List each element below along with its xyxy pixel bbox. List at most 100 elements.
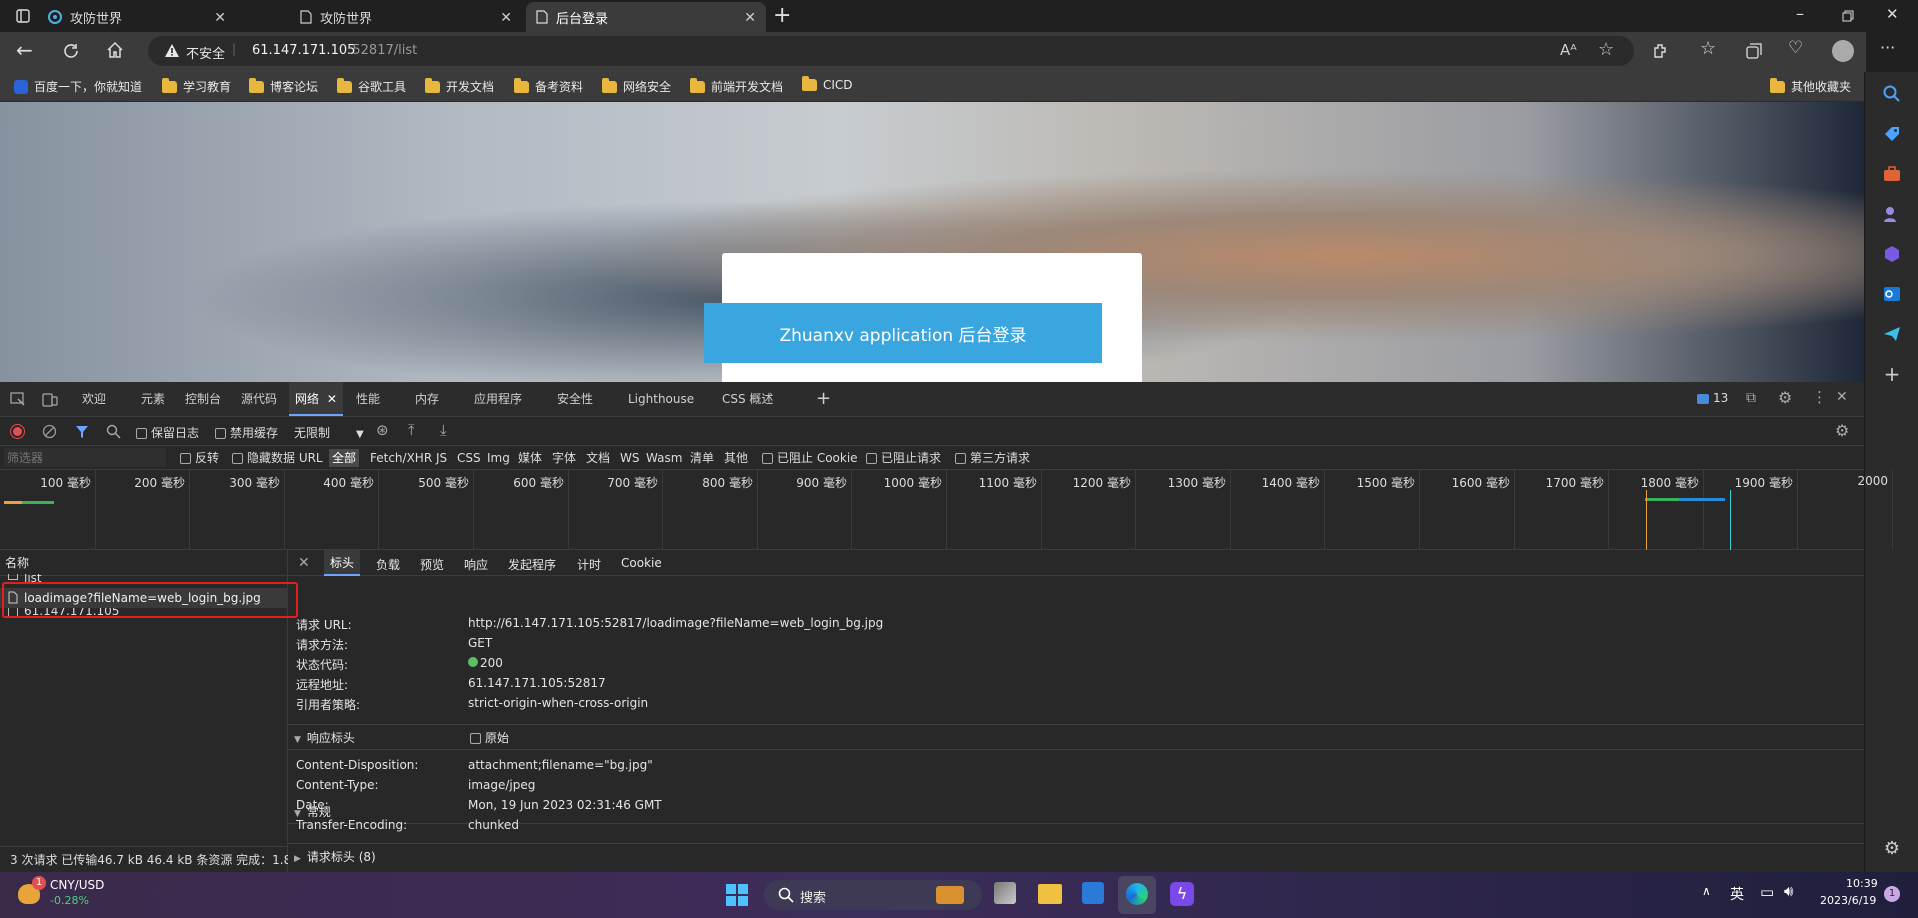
ime-indicator[interactable]: 英 <box>1730 884 1744 904</box>
filter-type-wasm[interactable]: Wasm <box>646 446 682 470</box>
close-window-button[interactable]: ✕ <box>1886 5 1899 23</box>
favorites-icon[interactable]: ☆ <box>1700 38 1716 59</box>
devtools-tab-console[interactable]: 控制台 <box>185 382 221 416</box>
filter-type-img[interactable]: Img <box>487 446 510 470</box>
devtools-tab-elements[interactable]: 元素 <box>141 382 165 416</box>
bookmark-folder[interactable]: 备考资料 <box>514 77 583 95</box>
filter-type-js[interactable]: JS <box>436 446 447 470</box>
filter-type-all[interactable]: 全部 <box>329 449 360 467</box>
shopping-tag-icon[interactable] <box>1882 124 1902 144</box>
bookmark-baidu[interactable]: 百度一下，你就知道 <box>14 78 142 95</box>
device-link-icon[interactable]: ⧉ <box>1746 390 1756 406</box>
disable-cache-checkbox[interactable]: 禁用缓存 <box>215 424 278 441</box>
devtools-more-icon[interactable]: ⋮ <box>1812 388 1827 406</box>
tab-0[interactable]: 攻防世界 ✕ <box>38 2 236 32</box>
hide-data-url-checkbox[interactable]: 隐藏数据 URL <box>232 446 323 470</box>
devtools-tab-sources[interactable]: 源代码 <box>241 382 277 416</box>
checkbox-box[interactable] <box>180 453 191 464</box>
details-tab-timing[interactable]: 计时 <box>577 556 601 573</box>
filter-type-font[interactable]: 字体 <box>552 446 576 470</box>
devtools-tab-memory[interactable]: 内存 <box>415 382 439 416</box>
blocked-requests-checkbox[interactable]: 已阻止请求 <box>866 446 941 470</box>
bookmark-folder[interactable]: 学习教育 <box>162 77 231 95</box>
checkbox-box[interactable] <box>215 428 226 439</box>
filter-type-manifest[interactable]: 清单 <box>690 446 714 470</box>
notification-badge[interactable]: 1 <box>1884 886 1900 902</box>
store-icon[interactable] <box>1082 882 1104 904</box>
details-tab-cookies[interactable]: Cookie <box>621 556 662 570</box>
details-tab-preview[interactable]: 预览 <box>420 556 444 573</box>
bookmark-folder[interactable]: 前端开发文档 <box>690 77 783 95</box>
throttling-select[interactable]: 无限制 ▼ <box>294 424 364 441</box>
close-tab-icon[interactable]: ✕ <box>500 10 512 26</box>
add-sidebar-app-icon[interactable]: + <box>1882 362 1902 386</box>
app-lightning-icon[interactable]: ϟ <box>1170 882 1194 906</box>
filter-input[interactable] <box>4 448 166 467</box>
filter-type-other[interactable]: 其他 <box>724 446 748 470</box>
inspect-icon[interactable] <box>10 392 26 408</box>
request-headers-section-header[interactable]: ▶ 请求标头 (8) <box>288 843 1864 869</box>
filter-type-doc[interactable]: 文档 <box>586 446 610 470</box>
extensions-icon[interactable] <box>1652 42 1670 60</box>
close-tab-icon[interactable]: ✕ <box>744 10 756 26</box>
device-toolbar-icon[interactable] <box>42 392 58 408</box>
back-button[interactable]: ← <box>16 38 33 62</box>
bookmark-folder[interactable]: 博客论坛 <box>249 77 318 95</box>
show-hidden-icons-icon[interactable]: ∧ <box>1702 884 1711 898</box>
restore-button[interactable] <box>1842 10 1854 22</box>
tab-2[interactable]: 后台登录 ✕ <box>526 2 766 32</box>
address-bar[interactable]: 不安全 | 61.147.171.105 :52817/list Aᴬ ☆ <box>148 36 1634 66</box>
clock-time[interactable]: 10:39 <box>1846 877 1878 890</box>
bookmark-other-favorites[interactable]: 其他收藏夹 <box>1770 77 1851 95</box>
tools-icon[interactable] <box>1882 164 1902 184</box>
taskbar-search[interactable]: 搜索 <box>764 880 982 910</box>
currency-label[interactable]: CNY/USD <box>50 878 104 892</box>
devtools-settings-icon[interactable]: ⚙ <box>1778 388 1792 407</box>
third-party-checkbox[interactable]: 第三方请求 <box>955 446 1030 470</box>
display-icon[interactable]: ▭ <box>1760 883 1774 901</box>
response-headers-section-header[interactable]: ▼ 响应标头 原始 <box>288 724 1864 750</box>
checkbox-box[interactable] <box>762 453 773 464</box>
invert-checkbox[interactable]: 反转 <box>180 446 219 470</box>
network-conditions-icon[interactable]: ⊛ <box>376 421 389 439</box>
close-details-icon[interactable]: ✕ <box>298 555 310 571</box>
bookmark-folder[interactable]: CICD <box>802 76 853 92</box>
details-tab-headers[interactable]: 标头 <box>324 550 361 576</box>
name-column-header[interactable]: 名称 <box>0 550 288 576</box>
checkbox-box[interactable] <box>136 428 147 439</box>
bookmark-folder[interactable]: 开发文档 <box>425 77 494 95</box>
details-tab-response[interactable]: 响应 <box>464 556 488 573</box>
refresh-button[interactable] <box>62 42 80 60</box>
task-view-icon[interactable] <box>994 882 1016 904</box>
add-tool-icon[interactable]: + <box>816 382 831 416</box>
favorite-star-icon[interactable]: ☆ <box>1598 39 1614 60</box>
devtools-tab-network[interactable]: 网络 ✕ <box>289 382 343 416</box>
tab-actions-icon[interactable] <box>16 9 30 23</box>
filter-icon[interactable] <box>75 425 89 439</box>
blocked-cookies-checkbox[interactable]: 已阻止 Cookie <box>762 446 858 470</box>
file-explorer-icon[interactable] <box>1038 884 1062 904</box>
clock-date[interactable]: 2023/6/19 <box>1820 894 1876 907</box>
more-menu-icon[interactable]: ··· <box>1880 38 1895 57</box>
import-har-icon[interactable]: ⤒ <box>408 421 415 439</box>
games-icon[interactable] <box>1882 204 1902 224</box>
devtools-tab-application[interactable]: 应用程序 <box>474 382 522 416</box>
search-icon[interactable] <box>1882 84 1902 104</box>
timeline-overview[interactable]: 100 毫秒 200 毫秒 300 毫秒 400 毫秒 500 毫秒 600 毫秒 700 … <box>0 470 1893 550</box>
health-icon[interactable]: ♡ <box>1788 38 1803 58</box>
close-devtools-icon[interactable]: ✕ <box>1836 389 1848 405</box>
preserve-log-checkbox[interactable]: 保留日志 <box>136 424 199 441</box>
home-button[interactable] <box>106 41 124 59</box>
devtools-tab-performance[interactable]: 性能 <box>356 382 380 416</box>
devtools-tab-security[interactable]: 安全性 <box>557 382 593 416</box>
close-tab-icon[interactable]: ✕ <box>214 10 226 26</box>
devtools-tab-lighthouse[interactable]: Lighthouse <box>628 382 694 416</box>
bookmark-folder[interactable]: 网络安全 <box>602 77 671 95</box>
bookmark-folder[interactable]: 谷歌工具 <box>337 77 406 95</box>
devtools-tab-css-overview[interactable]: CSS 概述 <box>722 382 773 416</box>
checkbox-box[interactable] <box>470 733 481 744</box>
close-tab-icon[interactable]: ✕ <box>327 392 337 406</box>
filter-type-media[interactable]: 媒体 <box>518 446 542 470</box>
network-settings-icon[interactable]: ⚙ <box>1835 421 1849 440</box>
profile-avatar[interactable] <box>1832 40 1854 62</box>
